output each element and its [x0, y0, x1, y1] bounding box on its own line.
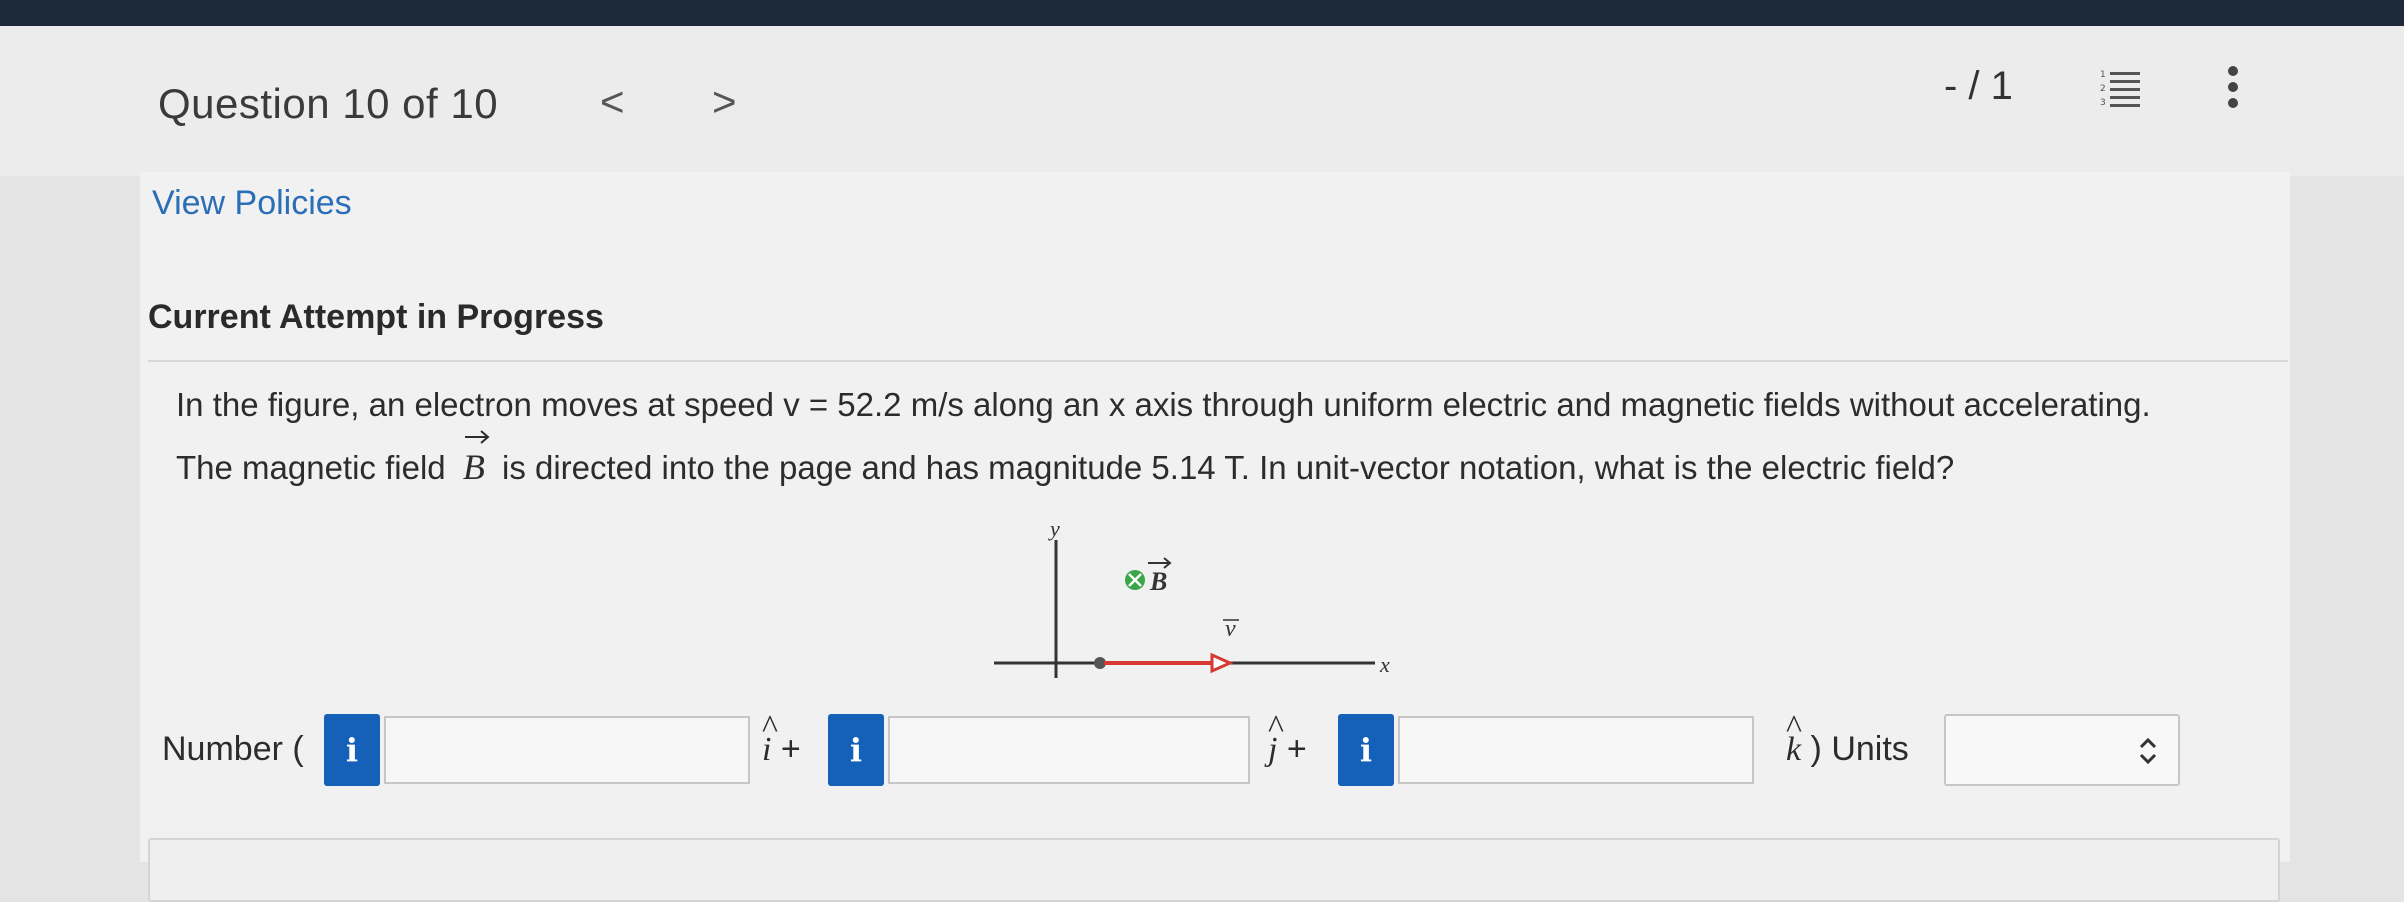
- figure-diagram: y x v B: [994, 516, 1390, 678]
- units-select[interactable]: [1944, 714, 2180, 786]
- attempt-status: Current Attempt in Progress: [148, 298, 604, 336]
- number-label: Number (: [162, 730, 304, 768]
- top-bar: [0, 0, 2404, 26]
- k-hat: ^ k: [1786, 709, 1802, 768]
- k-component-input[interactable]: [1398, 716, 1754, 784]
- svg-text:1: 1: [2100, 70, 2106, 80]
- info-button-i[interactable]: i: [324, 714, 380, 786]
- question-text-part-a: The magnetic field: [176, 449, 446, 486]
- plus-sign-1: +: [780, 730, 801, 768]
- previous-question-button[interactable]: <: [600, 78, 625, 126]
- units-text: ) Units: [1810, 730, 1909, 768]
- j-unit-vector-label: ^ j +: [1268, 709, 1307, 769]
- question-text-part-b: is directed into the page and has magnit…: [501, 449, 1955, 486]
- view-policies-link[interactable]: View Policies: [152, 184, 352, 223]
- svg-text:2: 2: [2100, 84, 2106, 94]
- more-options-icon[interactable]: [2218, 64, 2248, 110]
- j-component-input[interactable]: [888, 716, 1250, 784]
- question-text-line-2: The magnetic field B is directed into th…: [176, 430, 1955, 488]
- j-hat: ^ j: [1268, 709, 1284, 768]
- up-down-chevron-icon: [2139, 737, 2157, 765]
- x-axis-label: x: [1379, 652, 1390, 677]
- vector-arrow-icon: [464, 430, 490, 444]
- i-unit-vector-label: ^ i +: [762, 709, 801, 769]
- k-units-label: ^ k ) Units: [1786, 709, 1909, 769]
- figure: y x v B: [980, 516, 1420, 695]
- question-title: Question 10 of 10: [158, 80, 499, 127]
- info-button-j[interactable]: i: [828, 714, 884, 786]
- b-field-label: B: [1149, 567, 1167, 596]
- next-question-button[interactable]: >: [712, 78, 737, 126]
- i-component-input[interactable]: [384, 716, 750, 784]
- info-button-k[interactable]: i: [1338, 714, 1394, 786]
- svg-text:3: 3: [2100, 98, 2106, 108]
- question-text-line-1: In the figure, an electron moves at spee…: [176, 386, 2151, 423]
- plus-sign-2: +: [1286, 730, 1307, 768]
- b-vector-symbol: B: [462, 430, 490, 488]
- next-section-box: [148, 838, 2280, 902]
- divider: [148, 360, 2288, 362]
- i-hat: ^ i: [762, 709, 778, 768]
- score: - / 1: [1944, 64, 2013, 108]
- y-axis-label: y: [1048, 520, 1060, 541]
- velocity-arrowhead: [1210, 652, 1234, 674]
- numbered-list-icon[interactable]: 1 2 3: [2098, 66, 2142, 110]
- b-variable: B: [462, 447, 485, 487]
